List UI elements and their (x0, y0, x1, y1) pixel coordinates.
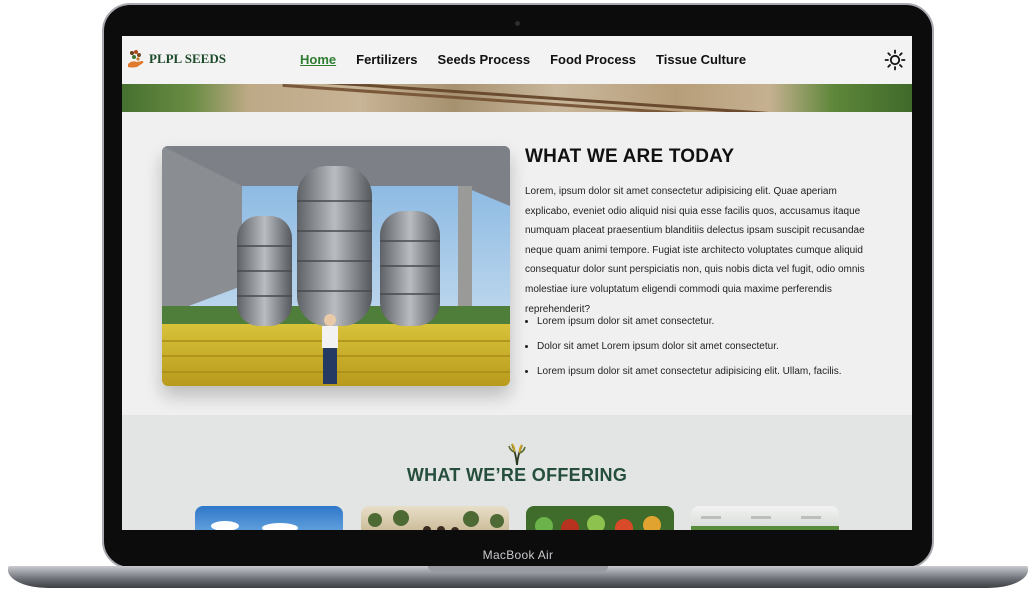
offering-section: WHAT WE’RE OFFERING (122, 415, 912, 530)
hero-banner-image (122, 84, 912, 112)
list-item: Lorem ipsum dolor sit amet consectetur. (537, 315, 897, 328)
nav-item-tissue-culture[interactable]: Tissue Culture (656, 52, 746, 67)
offering-card-image[interactable] (691, 506, 839, 530)
laptop-hinge-notch (428, 566, 608, 572)
about-description: Lorem, ipsum dolor sit amet consectetur … (525, 186, 865, 315)
nav-item-seeds-process[interactable]: Seeds Process (438, 52, 531, 67)
brand-logo[interactable]: PLPL SEEDS (126, 48, 226, 70)
offering-card-image[interactable] (195, 506, 343, 530)
offering-title: WHAT WE’RE OFFERING (406, 465, 628, 485)
about-bullet-list: Lorem ipsum dolor sit amet consectetur. … (525, 315, 897, 390)
webcam (515, 21, 520, 26)
nav-item-home[interactable]: Home (300, 52, 336, 67)
device-model-label: MacBook Air (482, 548, 554, 562)
offering-card-image[interactable] (526, 506, 674, 530)
offering-card-image[interactable] (361, 506, 509, 530)
list-item: Lorem ipsum dolor sit amet consectetur a… (537, 365, 897, 378)
main-nav: Home Fertilizers Seeds Process Food Proc… (300, 52, 746, 67)
sun-icon[interactable] (884, 49, 906, 71)
about-section: WHAT WE ARE TODAY Lorem, ipsum dolor sit… (122, 112, 912, 415)
hand-with-seeds-logo-icon (128, 50, 144, 68)
brand-name: PLPL SEEDS (149, 51, 226, 66)
nav-item-fertilizers[interactable]: Fertilizers (356, 52, 417, 67)
wheat-icon (508, 443, 526, 466)
list-item: Dolor sit amet Lorem ipsum dolor sit ame… (537, 340, 897, 353)
seed-silos-image (162, 146, 510, 386)
about-title: WHAT WE ARE TODAY (525, 146, 735, 167)
navbar: PLPL SEEDS Home Fertilizers Seeds Proces… (122, 36, 912, 84)
nav-item-food-process[interactable]: Food Process (550, 52, 636, 67)
screen: PLPL SEEDS Home Fertilizers Seeds Proces… (122, 36, 912, 530)
